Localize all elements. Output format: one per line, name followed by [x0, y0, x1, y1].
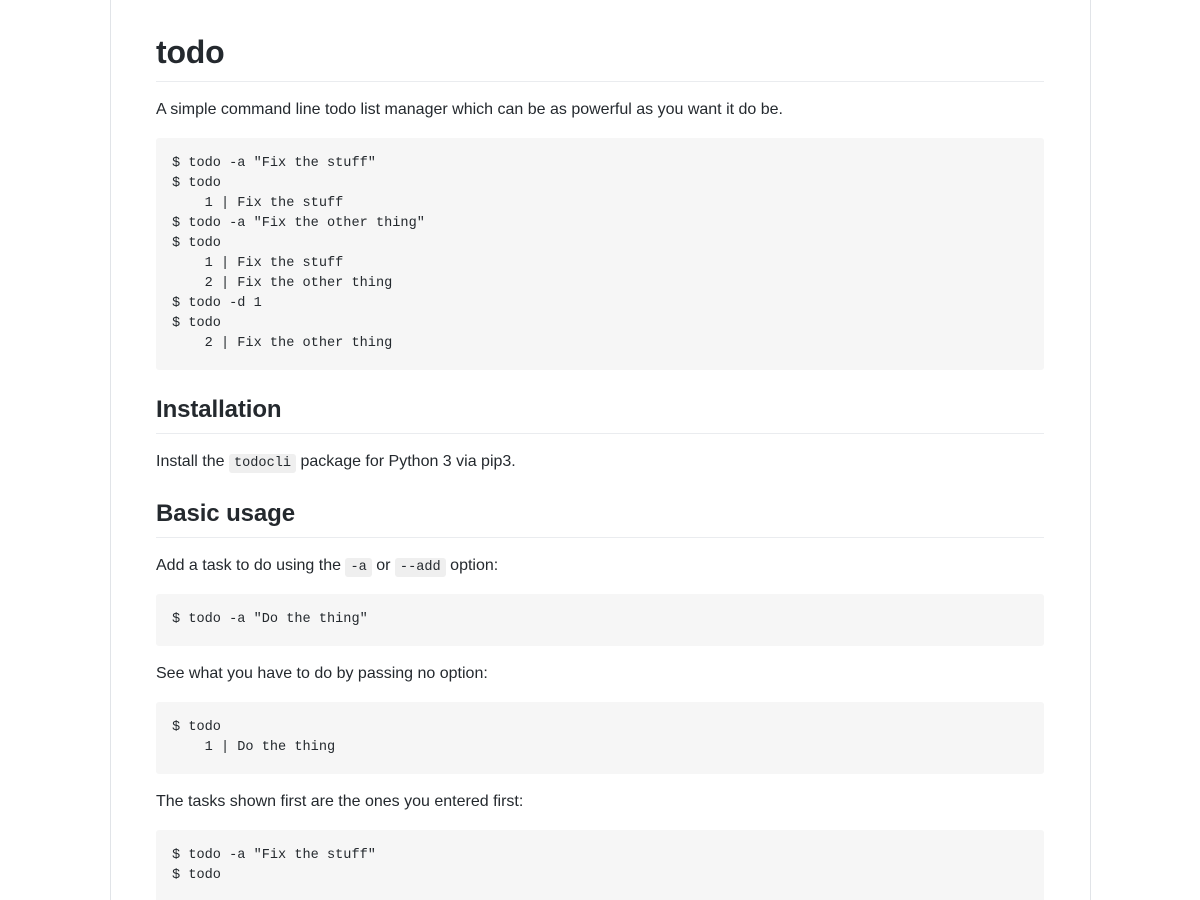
- inline-code-add-option: --add: [394, 558, 446, 578]
- add-task-text-middle: or: [371, 557, 395, 575]
- page-title: todo: [156, 32, 1044, 82]
- see-tasks-paragraph: See what you have to do by passing no op…: [156, 665, 488, 683]
- add-task-code-block: $ todo -a "Do the thing": [156, 594, 1044, 647]
- add-task-text-prefix: Add a task to do using the: [156, 557, 346, 575]
- demo-code-block: $ todo -a "Fix the stuff" $ todo 1 | Fix…: [156, 138, 1044, 370]
- readme-content: todo A simple command line todo list man…: [111, 0, 1090, 900]
- section-heading-basic-usage: Basic usage: [156, 499, 1044, 539]
- inline-code-a-option: -a: [345, 558, 372, 578]
- installation-text-prefix: Install the: [156, 452, 229, 470]
- task-order-code-block: $ todo -a "Fix the stuff" $ todo: [156, 830, 1044, 900]
- column-rule-right: [1090, 0, 1091, 900]
- readme-page: todo A simple command line todo list man…: [0, 0, 1200, 900]
- inline-code-todocli: todocli: [228, 453, 297, 473]
- add-task-paragraph: Add a task to do using the -a or --add o…: [156, 554, 1044, 578]
- task-order-paragraph: The tasks shown first are the ones you e…: [156, 793, 524, 811]
- section-heading-installation: Installation: [156, 395, 1044, 434]
- add-task-text-suffix: option:: [445, 557, 499, 575]
- see-tasks-code-block: $ todo 1 | Do the thing: [156, 702, 1044, 775]
- installation-text-suffix: package for Python 3 via pip3.: [296, 452, 516, 470]
- installation-paragraph: Install the todocli package for Python 3…: [156, 450, 1044, 474]
- intro-paragraph: A simple command line todo list manager …: [156, 101, 783, 118]
